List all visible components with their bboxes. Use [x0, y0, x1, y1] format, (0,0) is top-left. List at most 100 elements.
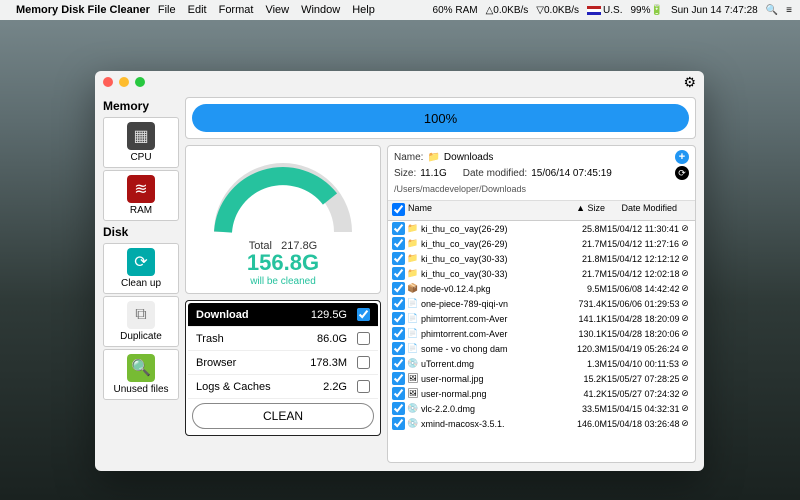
exclude-icon[interactable]: ⊘ — [679, 283, 691, 294]
file-date: 15/04/12 12:02:18 — [607, 269, 679, 279]
col-size[interactable]: ▲ Size — [563, 203, 605, 218]
exclude-icon[interactable]: ⊘ — [679, 253, 691, 264]
category-name: Download — [196, 309, 249, 321]
gear-icon[interactable]: ⚙ — [683, 74, 696, 91]
file-type-icon: 📁 — [407, 268, 419, 279]
menu-edit[interactable]: Edit — [188, 4, 207, 16]
category-checkbox[interactable] — [357, 356, 370, 369]
sidebar-item-unused[interactable]: 🔍 Unused files — [103, 349, 179, 400]
file-row[interactable]: 📄phimtorrent.com-Aver130.1K15/04/28 18:2… — [388, 326, 695, 341]
folder-info: Name: 📁 Downloads + Size: 11.1G Date mod… — [388, 146, 695, 201]
category-checkbox[interactable] — [357, 332, 370, 345]
file-row[interactable]: 💿uTorrent.dmg1.3M15/04/10 00:11:53⊘ — [388, 356, 695, 371]
exclude-icon[interactable]: ⊘ — [679, 298, 691, 309]
zoom-icon[interactable] — [135, 77, 145, 87]
sidebar-item-duplicate[interactable]: ⧉ Duplicate — [103, 296, 179, 347]
check-all[interactable] — [392, 203, 405, 216]
close-icon[interactable] — [103, 77, 113, 87]
file-row[interactable]: 📄some - vo chong dam120.3M15/04/19 05:26… — [388, 341, 695, 356]
file-list[interactable]: 📁ki_thu_co_vay(26-29)25.8M15/04/12 11:30… — [388, 221, 695, 462]
file-size: 120.3M — [565, 344, 607, 354]
menu-file[interactable]: File — [158, 4, 176, 16]
file-checkbox[interactable] — [392, 342, 405, 355]
category-row[interactable]: Browser178.3M — [188, 351, 378, 375]
exclude-icon[interactable]: ⊘ — [679, 358, 691, 369]
file-checkbox[interactable] — [392, 357, 405, 370]
category-name: Logs & Caches — [196, 381, 271, 393]
app-menu[interactable]: Memory Disk File Cleaner — [16, 4, 150, 16]
file-row[interactable]: 📁ki_thu_co_vay(26-29)25.8M15/04/12 11:30… — [388, 221, 695, 236]
file-checkbox[interactable] — [392, 327, 405, 340]
refresh-button[interactable]: ⟳ — [675, 166, 689, 180]
locale[interactable]: U.S. — [587, 5, 622, 16]
menu-format[interactable]: Format — [219, 4, 254, 16]
file-row[interactable]: 📄one-piece-789-qiqi-vn731.4K15/06/06 01:… — [388, 296, 695, 311]
file-size: 130.1K — [565, 329, 607, 339]
file-checkbox[interactable] — [392, 267, 405, 280]
file-row[interactable]: 📁ki_thu_co_vay(30-33)21.8M15/04/12 12:12… — [388, 251, 695, 266]
exclude-icon[interactable]: ⊘ — [679, 343, 691, 354]
file-row[interactable]: 📁ki_thu_co_vay(26-29)21.7M15/04/12 11:27… — [388, 236, 695, 251]
file-row[interactable]: 📦node-v0.12.4.pkg9.5M15/06/08 14:42:42⊘ — [388, 281, 695, 296]
category-row[interactable]: Logs & Caches2.2G — [188, 375, 378, 399]
battery-status: 99%🔋 — [630, 5, 662, 16]
file-checkbox[interactable] — [392, 312, 405, 325]
col-date[interactable]: Date Modified — [605, 203, 691, 218]
progress-container: 100% — [185, 97, 696, 139]
file-row[interactable]: 📄phimtorrent.com-Aver141.1K15/04/28 18:2… — [388, 311, 695, 326]
file-type-icon: 📄 — [407, 298, 419, 309]
category-checkbox[interactable] — [357, 308, 370, 321]
file-checkbox[interactable] — [392, 402, 405, 415]
file-size: 146.0M — [565, 419, 607, 429]
menubar: Memory Disk File Cleaner File Edit Forma… — [0, 0, 800, 20]
folder-name: Downloads — [444, 152, 493, 163]
file-checkbox[interactable] — [392, 282, 405, 295]
menu-help[interactable]: Help — [352, 4, 375, 16]
category-row[interactable]: Trash86.0G — [188, 327, 378, 351]
titlebar: ⚙ — [95, 71, 704, 93]
spotlight-icon[interactable]: 🔍 — [766, 5, 778, 16]
file-row[interactable]: 💿vlc-2.2.0.dmg33.5M15/04/15 04:32:31⊘ — [388, 401, 695, 416]
clean-button[interactable]: CLEAN — [192, 403, 374, 429]
menu-view[interactable]: View — [265, 4, 289, 16]
duplicate-icon: ⧉ — [127, 301, 155, 329]
file-row[interactable]: 📁ki_thu_co_vay(30-33)21.7M15/04/12 12:02… — [388, 266, 695, 281]
file-checkbox[interactable] — [392, 237, 405, 250]
add-folder-button[interactable]: + — [675, 150, 689, 164]
category-checkbox[interactable] — [357, 380, 370, 393]
minimize-icon[interactable] — [119, 77, 129, 87]
exclude-icon[interactable]: ⊘ — [679, 268, 691, 279]
sidebar-heading-disk: Disk — [103, 223, 179, 241]
file-row[interactable]: 💿xmind-macosx-3.5.1.146.0M15/04/18 03:26… — [388, 416, 695, 431]
menu-extras-icon[interactable]: ≡ — [786, 5, 792, 16]
category-value: 86.0G — [317, 333, 347, 345]
file-checkbox[interactable] — [392, 222, 405, 235]
file-date: 15/04/12 11:27:16 — [607, 239, 679, 249]
file-checkbox[interactable] — [392, 297, 405, 310]
file-checkbox[interactable] — [392, 387, 405, 400]
exclude-icon[interactable]: ⊘ — [679, 388, 691, 399]
file-type-icon: 📄 — [407, 328, 419, 339]
exclude-icon[interactable]: ⊘ — [679, 403, 691, 414]
app-window: ⚙ Memory ▦ CPU ≋ RAM Disk ⟳ Clean up ⧉ D… — [95, 71, 704, 471]
col-name[interactable]: Name — [408, 203, 563, 218]
sidebar-item-cleanup[interactable]: ⟳ Clean up — [103, 243, 179, 294]
exclude-icon[interactable]: ⊘ — [679, 223, 691, 234]
file-date: 15/05/27 07:24:32 — [607, 389, 679, 399]
exclude-icon[interactable]: ⊘ — [679, 328, 691, 339]
file-checkbox[interactable] — [392, 417, 405, 430]
file-row[interactable]: 🖼user-normal.jpg15.2K15/05/27 07:28:25⊘ — [388, 371, 695, 386]
sidebar-item-cpu[interactable]: ▦ CPU — [103, 117, 179, 168]
exclude-icon[interactable]: ⊘ — [679, 373, 691, 384]
file-checkbox[interactable] — [392, 252, 405, 265]
file-row[interactable]: 🖼user-normal.png41.2K15/05/27 07:24:32⊘ — [388, 386, 695, 401]
exclude-icon[interactable]: ⊘ — [679, 418, 691, 429]
menu-window[interactable]: Window — [301, 4, 340, 16]
sidebar-item-ram[interactable]: ≋ RAM — [103, 170, 179, 221]
file-date: 15/04/10 00:11:53 — [607, 359, 679, 369]
sidebar-item-label: Duplicate — [120, 331, 162, 342]
category-row[interactable]: Download129.5G — [188, 303, 378, 327]
file-checkbox[interactable] — [392, 372, 405, 385]
exclude-icon[interactable]: ⊘ — [679, 313, 691, 324]
exclude-icon[interactable]: ⊘ — [679, 238, 691, 249]
